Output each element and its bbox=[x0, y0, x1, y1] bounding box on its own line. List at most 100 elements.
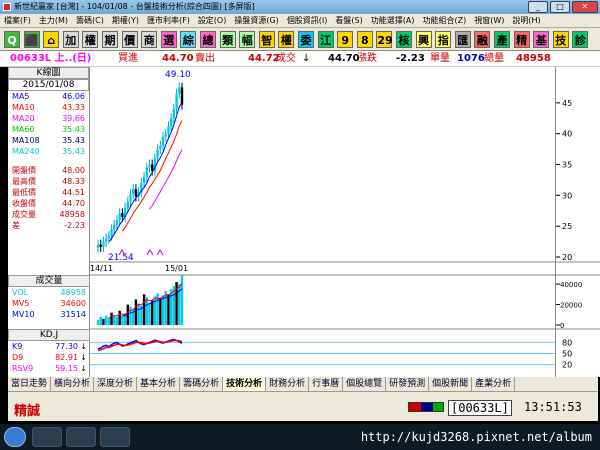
price-tick-label: 40 bbox=[562, 130, 572, 139]
menu-item[interactable]: 個股資訊(I) bbox=[283, 16, 332, 25]
menu-item[interactable]: 功能選擇(A) bbox=[367, 16, 419, 25]
trend-arrow: ↓ bbox=[80, 364, 87, 373]
toolbar-button[interactable]: 9 bbox=[337, 31, 354, 48]
volume-bar bbox=[150, 300, 154, 325]
analysis-tabs: 當日走勢 橫向分析 深度分析 基本分析 籌碼分析 技術分析 財務分析 行事曆 個股總覽 研發預測個… bbox=[8, 377, 598, 391]
date-start-label: 14/11 bbox=[90, 264, 113, 273]
candle-body bbox=[150, 164, 154, 171]
tab-0[interactable]: 當日走勢 bbox=[8, 377, 52, 391]
volume-bar bbox=[107, 317, 111, 325]
toolbar-button[interactable]: 加 bbox=[62, 31, 79, 48]
toolbar-button[interactable]: 智 bbox=[258, 31, 275, 48]
menu-item[interactable]: 操盤資源(G) bbox=[230, 16, 282, 25]
toolbar-button[interactable]: 產 bbox=[494, 31, 510, 48]
toolbar-button[interactable]: 興 bbox=[415, 31, 432, 48]
tab-5[interactable]: 技術分析 bbox=[223, 377, 267, 391]
toolbar-button[interactable]: 期 bbox=[102, 31, 118, 48]
menu-item[interactable]: 籌碼(C) bbox=[72, 16, 108, 25]
menu-item[interactable]: 視窗(W) bbox=[470, 16, 508, 25]
indicator-row: 最低價 44.51 bbox=[8, 187, 89, 198]
maximize-button[interactable]: □ bbox=[550, 1, 570, 13]
menu-item[interactable]: 期權(Y) bbox=[108, 16, 143, 25]
taskbar-app-1[interactable] bbox=[32, 427, 62, 447]
price-list: 開盤價 48.00 最高價 48.33 最低價 44.51 收盤價 44.70 成交量 48958… bbox=[8, 165, 89, 231]
toolbar-button[interactable]: 診 bbox=[572, 31, 589, 48]
start-button[interactable] bbox=[4, 427, 26, 447]
indicator-name: MA20 bbox=[12, 114, 35, 123]
candle-body bbox=[142, 176, 146, 183]
volume-bar bbox=[180, 274, 184, 325]
toolbar-button[interactable]: 價 bbox=[121, 31, 138, 48]
sell-label: 賣出 bbox=[195, 53, 215, 64]
symbol-label[interactable]: 00633L 上..(日) bbox=[10, 51, 91, 67]
menu-item[interactable]: 主力(M) bbox=[35, 16, 72, 25]
sell-value: 44.72 bbox=[248, 53, 280, 64]
toolbar-button[interactable]: 指 bbox=[435, 31, 452, 48]
search-icon[interactable]: Q bbox=[4, 31, 20, 48]
watermark-url: http://kujd3268.pixnet.net/album bbox=[360, 430, 592, 444]
toolbar-button[interactable]: 精 bbox=[513, 31, 530, 48]
tab-3[interactable]: 基本分析 bbox=[137, 377, 181, 391]
toolbar-button[interactable]: 29 bbox=[376, 31, 393, 48]
toolbar-button[interactable]: 類 bbox=[219, 31, 236, 48]
toolbar-button[interactable]: 商 bbox=[141, 31, 158, 48]
tab-8[interactable]: 個股總覽 bbox=[343, 377, 387, 391]
candle-body bbox=[156, 149, 159, 159]
toolbar-button[interactable]: 權 bbox=[278, 31, 295, 48]
toolbar-button[interactable]: 技 bbox=[552, 31, 569, 48]
menu-item[interactable]: 功能組合(Z) bbox=[418, 16, 470, 25]
kline-header[interactable]: K線圖 bbox=[8, 67, 89, 79]
close-button[interactable]: ✕ bbox=[572, 1, 598, 13]
chart-svg[interactable]: 49.10 21.54 14/11 15/01 bbox=[90, 67, 555, 377]
tab-1[interactable]: 橫向分析 bbox=[51, 377, 95, 391]
menu-item[interactable]: 看盤(S) bbox=[331, 16, 366, 25]
taskbar-app-3[interactable] bbox=[100, 427, 130, 447]
tab-10[interactable]: 個股新聞 bbox=[429, 377, 473, 391]
toolbar-button[interactable]: 8 bbox=[356, 31, 373, 48]
change-label: 漲跌 bbox=[357, 53, 377, 64]
indicator-value: 48958 bbox=[59, 210, 85, 219]
tab-6[interactable]: 財務分析 bbox=[266, 377, 310, 391]
indicator-value: 77.30 bbox=[55, 342, 78, 351]
toolbar-button[interactable]: 匯 bbox=[454, 31, 471, 48]
indicator-row: MA60 35.43 bbox=[8, 124, 89, 135]
candle-body bbox=[164, 133, 167, 137]
indicator-name: MA5 bbox=[12, 92, 30, 101]
menu-item[interactable]: 檔案(F) bbox=[0, 16, 35, 25]
indicator-name: 最高價 bbox=[12, 177, 36, 186]
toolbar-button[interactable]: 綜 bbox=[180, 31, 197, 48]
minimize-button[interactable]: _ bbox=[528, 1, 548, 13]
grid-icon[interactable]: ⬛ bbox=[23, 31, 40, 48]
chart-area[interactable]: 49.10 21.54 14/11 15/01 bbox=[90, 67, 555, 377]
kd-header[interactable]: KD,J bbox=[8, 329, 90, 341]
taskbar-app-2[interactable] bbox=[66, 427, 96, 447]
menu-item[interactable]: 匯市利率(F) bbox=[143, 16, 194, 25]
toolbar-button[interactable]: 基 bbox=[533, 31, 550, 48]
unit-volume-label: 單量 bbox=[430, 53, 450, 64]
toolbar-button[interactable]: 核 bbox=[396, 31, 412, 48]
toolbar-button[interactable]: 融 bbox=[474, 31, 491, 48]
toolbar-button[interactable]: 權 bbox=[82, 31, 99, 48]
toolbar-button[interactable]: 江 bbox=[317, 31, 334, 48]
indicator-row: 開盤價 48.00 bbox=[8, 165, 89, 176]
tab-4[interactable]: 籌碼分析 bbox=[180, 377, 224, 391]
volume-bar bbox=[167, 294, 170, 325]
volume-bar bbox=[159, 298, 162, 325]
toolbar-button[interactable]: 幅 bbox=[239, 31, 256, 48]
tab-11[interactable]: 產業分析 bbox=[472, 377, 516, 391]
toolbar-button[interactable]: 委 bbox=[298, 31, 314, 48]
buy-value: 44.70 bbox=[162, 53, 194, 64]
menu-item[interactable]: 說明(H) bbox=[508, 16, 544, 25]
indicator-row: VOL 48958 bbox=[8, 287, 90, 298]
indicator-value: 31514 bbox=[60, 310, 86, 319]
indicator-value: 82.91 bbox=[55, 353, 78, 362]
tab-7[interactable]: 行事曆 bbox=[309, 377, 344, 391]
symbol-code[interactable]: [00633L] bbox=[448, 400, 512, 416]
menu-item[interactable]: 設定(O) bbox=[194, 16, 231, 25]
volume-header[interactable]: 成交量 bbox=[8, 275, 90, 287]
home-icon[interactable]: ⌂ bbox=[43, 31, 60, 48]
tab-9[interactable]: 研發預測 bbox=[386, 377, 430, 391]
toolbar-button[interactable]: 選 bbox=[160, 31, 177, 48]
tab-2[interactable]: 深度分析 bbox=[94, 377, 138, 391]
toolbar-button[interactable]: 總 bbox=[200, 31, 216, 48]
